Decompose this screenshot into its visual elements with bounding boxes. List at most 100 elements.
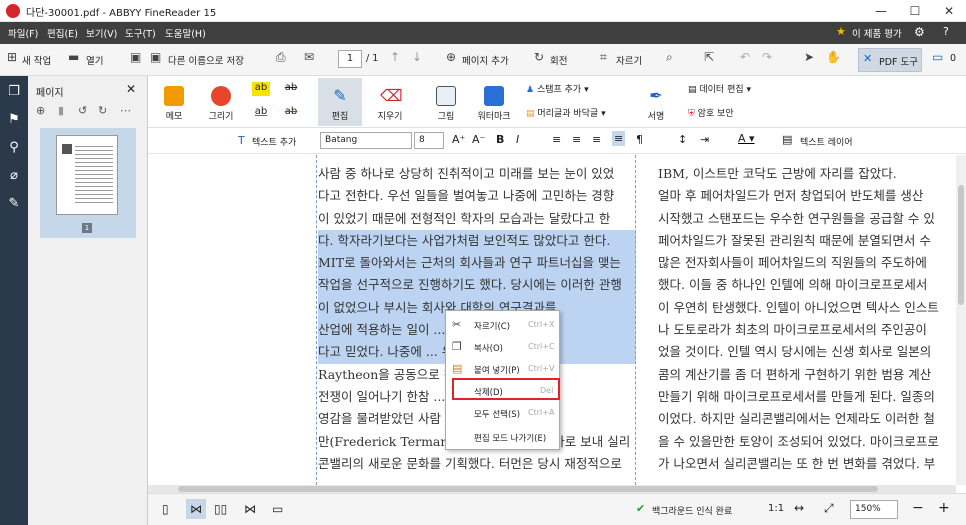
undo-icon[interactable]: ↶ [740, 50, 750, 64]
menu-tools[interactable]: 도구(T) [125, 26, 156, 40]
underline-ab-button[interactable]: ab [252, 106, 270, 120]
vertical-scrollbar[interactable] [956, 155, 966, 485]
arrow-down-icon[interactable]: ↓ [412, 50, 422, 64]
crop-button[interactable]: 자르기 [616, 53, 642, 67]
continuous-scroll-icon[interactable]: ⋈ [186, 499, 206, 519]
zoom-in-icon[interactable]: + [938, 500, 950, 516]
more-icon[interactable]: ⋯ [120, 104, 131, 117]
align-right-icon[interactable]: ≡ [592, 133, 601, 146]
menu-help[interactable]: 도움말(H) [165, 26, 206, 40]
password-button[interactable]: ⛨ 암호 보안 [688, 106, 734, 119]
select-pointer-icon[interactable]: ➤ [804, 50, 814, 64]
print-icon[interactable]: ⎙ [276, 50, 286, 65]
status-bar: ▯ ⋈ ▯▯ ⋈ ▭ ✔ 백그라운드 인식 완료 1:1 ↔ ⤢ 150% − … [148, 493, 966, 525]
pdf-tools-toggle[interactable]: ✕ PDF 도구 [858, 48, 922, 72]
page-number-input[interactable]: 1 [338, 50, 362, 68]
paragraph-icon[interactable]: ¶ [636, 133, 643, 146]
zoom-page-icon[interactable]: ⌕ [666, 50, 673, 65]
delete-page-icon[interactable]: ▮ [58, 104, 64, 117]
fit-page-icon[interactable]: ⤢ [824, 501, 834, 516]
new-task-button[interactable]: 새 작업 [22, 53, 51, 67]
open-button[interactable]: 열기 [86, 53, 103, 67]
bold-icon[interactable]: B [496, 133, 504, 146]
draw-button[interactable]: 그리기 [204, 86, 238, 122]
add-page-button[interactable]: 페이지 추가 [462, 53, 509, 67]
minimize-button[interactable]: — [864, 0, 898, 22]
horizontal-scroll-thumb[interactable] [178, 486, 878, 492]
header-footer-button[interactable]: ▤ 머리글과 바닥글 ▾ [526, 106, 606, 119]
menu-edit[interactable]: 편집(E) [47, 26, 78, 40]
menu-file[interactable]: 파일(F) [8, 26, 38, 40]
menu-item-cut[interactable]: ✂ 자르기(C) Ctrl+X [446, 315, 559, 335]
text-layer-button[interactable]: 텍스트 레이어 [800, 135, 853, 148]
menu-item-select-all[interactable]: 모두 선택(S) Ctrl+A [446, 403, 559, 423]
rotate-left-icon[interactable]: ↺ [78, 104, 87, 117]
hand-tool-icon[interactable]: ✋ [826, 50, 841, 64]
menu-item-exit-edit[interactable]: 편집 모드 나가기(E) [446, 427, 559, 447]
fit-width-icon[interactable]: ↔ [794, 501, 804, 515]
attachment-icon[interactable]: ⌀ [6, 168, 22, 184]
pages-icon[interactable]: ❐ [6, 84, 22, 100]
horizontal-scrollbar[interactable] [148, 485, 956, 493]
italic-icon[interactable]: I [516, 133, 519, 146]
close-panel-icon[interactable]: ✕ [126, 82, 136, 96]
rate-product-link[interactable]: 이 제품 평가 [852, 26, 902, 40]
font-size-select[interactable]: 8 [414, 132, 444, 149]
add-page-small-icon[interactable]: ⊕ [36, 104, 45, 117]
redo-icon[interactable]: ↷ [762, 50, 772, 64]
rotate-right-icon[interactable]: ↻ [98, 104, 107, 117]
two-page-scroll-icon[interactable]: ⋈ [244, 502, 256, 516]
page-thumbnail[interactable]: 1 [40, 128, 136, 238]
memo-button[interactable]: 메모 [160, 86, 188, 122]
single-page-icon[interactable]: ▯ [162, 502, 169, 516]
signature-button[interactable]: ✒ 서명 [642, 86, 670, 122]
text-line: 얼마 후 페어차일드가 먼저 창업되어 반도체를 생산 [658, 188, 924, 204]
comment-icon[interactable]: ▭ [932, 50, 943, 64]
gear-icon[interactable]: ⚙ [914, 25, 925, 39]
align-left-icon[interactable]: ≡ [552, 133, 561, 146]
font-select[interactable]: Batang [320, 132, 412, 149]
vertical-scroll-thumb[interactable] [958, 185, 964, 305]
save-as-button[interactable]: 다른 이름으로 저장 [168, 53, 244, 67]
zoom-out-icon[interactable]: − [912, 500, 924, 516]
maximize-button[interactable]: ☐ [898, 0, 932, 22]
strikethrough-ab-button[interactable]: ab [282, 82, 300, 96]
thumbnail-text [75, 146, 113, 206]
rotate-button[interactable]: 회전 [550, 53, 567, 67]
font-color-icon[interactable]: A ▾ [738, 132, 755, 145]
zoom-select[interactable]: 150% [850, 500, 898, 519]
picture-button[interactable]: 그림 [432, 86, 460, 122]
watermark-button[interactable]: 워터마크 [474, 86, 514, 122]
stamp-add-button[interactable]: ♟ 스탬프 추가 ▾ [526, 82, 589, 95]
line-spacing-icon[interactable]: ↕ [678, 133, 687, 146]
add-text-button[interactable]: 텍스트 추가 [252, 135, 296, 148]
actual-size-button[interactable]: 1:1 [768, 503, 784, 514]
strikeout-red-ab-button[interactable]: ab [282, 106, 300, 120]
align-center-icon[interactable]: ≡ [572, 133, 581, 146]
data-edit-button[interactable]: ▤ 데이터 편집 ▾ [688, 82, 751, 95]
grow-font-icon[interactable]: A⁺ [452, 133, 465, 146]
signature-icon[interactable]: ✎ [6, 196, 22, 212]
close-button[interactable]: ✕ [932, 0, 966, 22]
fullscreen-icon[interactable]: ▭ [272, 502, 283, 516]
pdf-tools-ribbon: 메모 그리기 ab ab ab ab ✎ 편집 ⌫ 지우기 그림 워터마크 ♟ … [148, 76, 966, 128]
save-icon[interactable]: ▣ [130, 50, 141, 64]
edit-button[interactable]: ✎ 편집 [318, 78, 362, 126]
indent-icon[interactable]: ⇥ [700, 133, 709, 146]
highlight-ab-button[interactable]: ab [252, 82, 270, 96]
search-icon[interactable]: ⚲ [6, 140, 22, 156]
shrink-font-icon[interactable]: A⁻ [472, 133, 485, 146]
menu-item-paste[interactable]: ▤ 붙여 넣기(P) Ctrl+V [446, 359, 559, 379]
menu-item-copy[interactable]: ❐ 복사(O) Ctrl+C [446, 337, 559, 357]
help-icon[interactable]: ? [943, 25, 949, 38]
bookmark-icon[interactable]: ⚑ [6, 112, 22, 128]
menu-view[interactable]: 보기(V) [86, 26, 117, 40]
data-edit-icon: ▤ [688, 85, 700, 95]
arrow-up-icon[interactable]: ↑ [390, 50, 400, 64]
two-page-icon[interactable]: ▯▯ [214, 502, 227, 516]
email-icon[interactable]: ✉ [304, 50, 314, 64]
justify-icon[interactable]: ≡ [612, 131, 626, 146]
erase-button[interactable]: ⌫ 지우기 [372, 86, 408, 122]
export-icon[interactable]: ⇱ [704, 50, 714, 64]
header-footer-label: 머리글과 바닥글 [537, 109, 599, 119]
